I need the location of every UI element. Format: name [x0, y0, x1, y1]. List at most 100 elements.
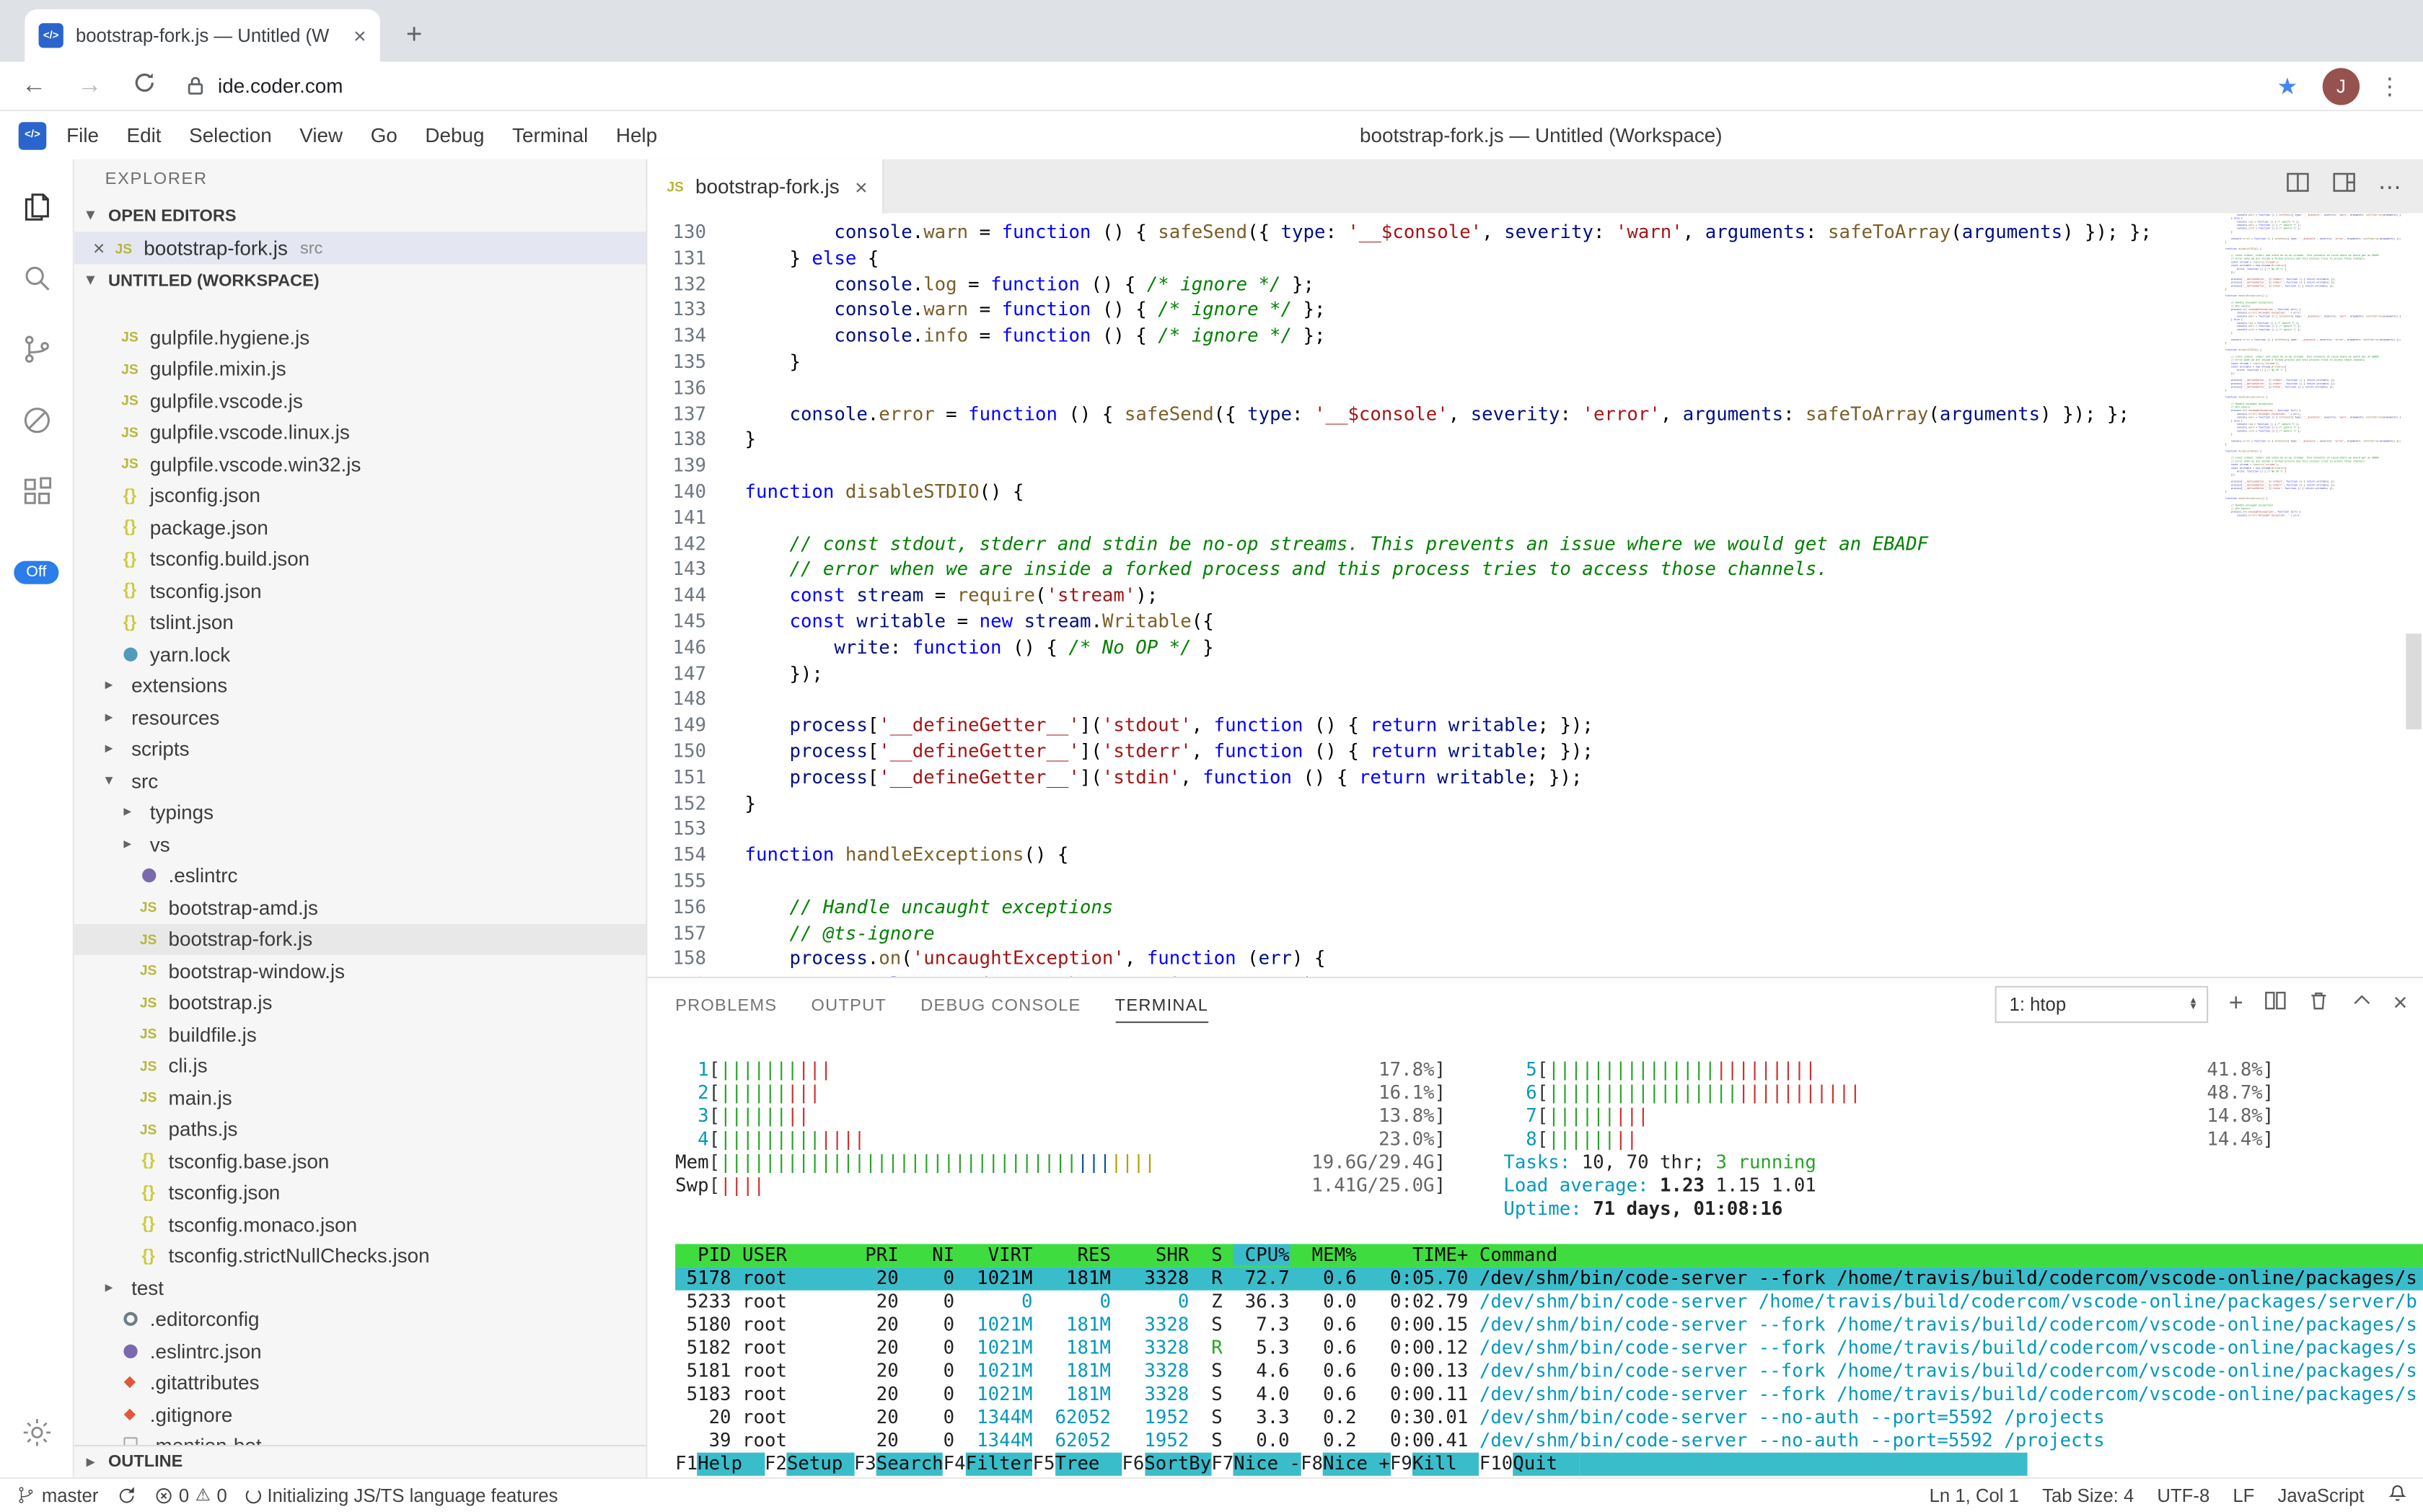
activity-extensions[interactable]: [0, 456, 74, 527]
status-tab-size[interactable]: Tab Size: 4: [2042, 1485, 2134, 1506]
fkey-f5[interactable]: F5: [1033, 1453, 1055, 1476]
fkey-f10[interactable]: F10: [1479, 1453, 1513, 1476]
fkey-f7[interactable]: F7: [1211, 1453, 1234, 1476]
section-open-editors[interactable]: ▾ OPEN EDITORS: [74, 199, 646, 232]
kill-terminal-button[interactable]: [2307, 989, 2330, 1020]
close-icon[interactable]: ×: [855, 174, 868, 198]
tree-item-.mention-bot[interactable]: .mention-bot: [74, 1430, 646, 1445]
tree-item-paths.js[interactable]: JSpaths.js: [74, 1113, 646, 1145]
process-row-5233[interactable]: 5233 root 20 0 0 0 0 Z 36.3 0.0 0:02.79 …: [675, 1291, 2423, 1314]
tree-item-src[interactable]: ▾src: [74, 765, 646, 796]
fkey-bar[interactable]: F1Help F2Setup F3SearchF4FilterF5Tree F6…: [675, 1453, 2027, 1476]
process-row-5181[interactable]: 5181 root 20 0 1021M 181M 3328 S 4.6 0.6…: [675, 1360, 2423, 1383]
tree-item-test[interactable]: ▸test: [74, 1272, 646, 1304]
editor-scrollbar[interactable]: [2406, 633, 2421, 729]
tree-item-extensions[interactable]: ▸extensions: [74, 670, 646, 702]
process-row-5180[interactable]: 5180 root 20 0 1021M 181M 3328 S 7.3 0.6…: [675, 1314, 2423, 1337]
status-eol[interactable]: LF: [2233, 1485, 2254, 1506]
tree-item-gulpfile.vscode.win32.js[interactable]: JSgulpfile.vscode.win32.js: [74, 448, 646, 480]
status-encoding[interactable]: UTF-8: [2157, 1485, 2209, 1506]
tree-item-cli.js[interactable]: JScli.js: [74, 1050, 646, 1082]
tree-item-gulpfile.vscode.js[interactable]: JSgulpfile.vscode.js: [74, 384, 646, 416]
terminal-picker[interactable]: 1: htop ▲▼: [1995, 986, 2209, 1023]
menu-edit[interactable]: Edit: [113, 118, 175, 153]
process-row-39[interactable]: 39 root 20 0 1344M 62052 1952 S 0.0 0.2 …: [675, 1430, 2423, 1453]
process-row-20[interactable]: 20 root 20 0 1344M 62052 1952 S 3.3 0.2 …: [675, 1406, 2423, 1429]
tree-item-.editorconfig[interactable]: .editorconfig: [74, 1304, 646, 1335]
tree-item-tsconfig.monaco.json[interactable]: {}tsconfig.monaco.json: [74, 1208, 646, 1240]
maximize-panel-button[interactable]: [2350, 989, 2373, 1020]
tree-item-bootstrap-fork.js[interactable]: JSbootstrap-fork.js: [74, 923, 646, 955]
fkey-f8[interactable]: F8: [1301, 1453, 1323, 1476]
tree-item-tslint.json[interactable]: {}tslint.json: [74, 607, 646, 638]
split-editor-button[interactable]: [2285, 170, 2310, 203]
tree-item-main.js[interactable]: JSmain.js: [74, 1082, 646, 1114]
status-bell[interactable]: [2388, 1482, 2408, 1507]
reload-button[interactable]: [133, 71, 156, 101]
tree-item-tsconfig.strictNullChecks.json[interactable]: {}tsconfig.strictNullChecks.json: [74, 1240, 646, 1272]
tree-item-.eslintrc.json[interactable]: .eslintrc.json: [74, 1335, 646, 1367]
process-row-5183[interactable]: 5183 root 20 0 1021M 181M 3328 S 4.0 0.6…: [675, 1383, 2423, 1406]
activity-explorer[interactable]: [0, 172, 74, 243]
tree-item-package.json[interactable]: {}package.json: [74, 511, 646, 543]
close-panel-button[interactable]: ×: [2393, 992, 2408, 1016]
terminal[interactable]: 1[||||||||||17.8%]2[|||||||||16.1%]3[|||…: [648, 1031, 2423, 1477]
panel-tab-problems[interactable]: PROBLEMS: [675, 988, 777, 1021]
menu-go[interactable]: Go: [356, 118, 411, 153]
tree-item-.gitattributes[interactable]: ◆.gitattributes: [74, 1367, 646, 1399]
menu-file[interactable]: File: [53, 118, 113, 153]
tree-item-bootstrap.js[interactable]: JSbootstrap.js: [74, 987, 646, 1019]
panel-tab-debug-console[interactable]: DEBUG CONSOLE: [920, 988, 1081, 1021]
tree-item-resources[interactable]: ▸resources: [74, 702, 646, 734]
tree-item-tsconfig.json[interactable]: {}tsconfig.json: [74, 575, 646, 607]
tree-item-yarn.lock[interactable]: yarn.lock: [74, 638, 646, 670]
tree-item-gulpfile.vscode.linux.js[interactable]: JSgulpfile.vscode.linux.js: [74, 416, 646, 448]
process-row-5178[interactable]: 5178 root 20 0 1021M 181M 3328 R 72.7 0.…: [675, 1267, 2423, 1291]
tree-item-.eslintrc[interactable]: .eslintrc: [74, 860, 646, 892]
tree-item-buildfile.js[interactable]: JSbuildfile.js: [74, 1019, 646, 1050]
menu-debug[interactable]: Debug: [411, 118, 498, 153]
activity-source-control[interactable]: [0, 314, 74, 385]
editor-layout-button[interactable]: [2332, 170, 2357, 203]
fkey-f6[interactable]: F6: [1122, 1453, 1144, 1476]
menu-view[interactable]: View: [286, 118, 356, 153]
tree-item-tsconfig.build.json[interactable]: {}tsconfig.build.json: [74, 543, 646, 575]
code-editor[interactable]: 130 console.warn = function () { safeSen…: [648, 214, 2423, 977]
status-branch[interactable]: master: [15, 1485, 98, 1506]
panel-tab-output[interactable]: OUTPUT: [812, 988, 887, 1021]
section-workspace[interactable]: ▾ UNTITLED (WORKSPACE): [74, 264, 646, 296]
fkey-f1[interactable]: F1: [675, 1453, 698, 1476]
avatar[interactable]: J: [2323, 67, 2360, 104]
tree-item-gulpfile.hygiene.js[interactable]: JSgulpfile.hygiene.js: [74, 322, 646, 353]
url-text[interactable]: ide.coder.com: [218, 74, 343, 97]
menu-help[interactable]: Help: [602, 118, 672, 153]
fkey-f4[interactable]: F4: [944, 1453, 966, 1476]
editor-tab-bootstrap-fork[interactable]: JS bootstrap-fork.js ×: [648, 159, 885, 214]
status-language[interactable]: JavaScript: [2278, 1485, 2365, 1506]
editor-more-actions-button[interactable]: ⋯: [2378, 172, 2401, 201]
tab-close-icon[interactable]: ×: [353, 23, 366, 48]
tree-item-bootstrap-amd.js[interactable]: JSbootstrap-amd.js: [74, 892, 646, 923]
status-message[interactable]: Initializing JS/TS language features: [245, 1485, 558, 1506]
browser-menu-icon[interactable]: ⋮: [2378, 72, 2401, 100]
status-errors[interactable]: 0 ⚠ 0: [154, 1485, 227, 1506]
tree-item-tsconfig.json[interactable]: {}tsconfig.json: [74, 1177, 646, 1208]
fkey-f9[interactable]: F9: [1390, 1453, 1412, 1476]
omnibox[interactable]: ide.coder.com: [187, 74, 2259, 97]
section-outline[interactable]: ▸ OUTLINE: [74, 1445, 646, 1477]
tree-item-jsconfig.json[interactable]: {}jsconfig.json: [74, 480, 646, 511]
tree-item-typings[interactable]: ▸typings: [74, 796, 646, 828]
bookmark-star-icon[interactable]: ★: [2277, 72, 2298, 100]
activity-search[interactable]: [0, 242, 74, 314]
status-sync[interactable]: [117, 1486, 136, 1505]
browser-tab[interactable]: </> bootstrap-fork.js — Untitled (W ×: [25, 9, 380, 62]
menu-selection[interactable]: Selection: [175, 118, 286, 153]
tree-item-vs[interactable]: ▸vs: [74, 828, 646, 860]
process-row-5182[interactable]: 5182 root 20 0 1021M 181M 3328 R 5.3 0.6…: [675, 1337, 2423, 1360]
tree-item-scripts[interactable]: ▸scripts: [74, 733, 646, 765]
tree-item-gulpfile.mixin.js[interactable]: JSgulpfile.mixin.js: [74, 353, 646, 384]
forward-button[interactable]: →: [77, 74, 102, 98]
tree-item-.gitignore[interactable]: ◆.gitignore: [74, 1399, 646, 1430]
split-terminal-button[interactable]: [2264, 989, 2287, 1020]
tree-item-tsconfig.base.json[interactable]: {}tsconfig.base.json: [74, 1145, 646, 1177]
